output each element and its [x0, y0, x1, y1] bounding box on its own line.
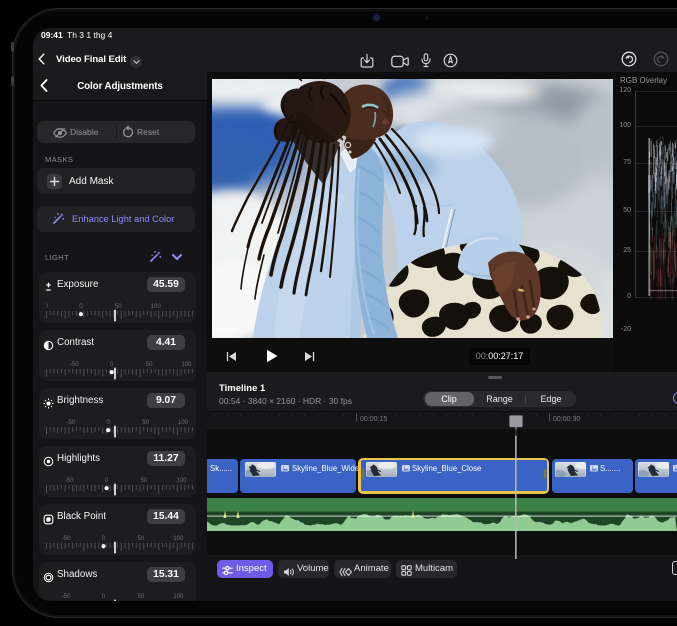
svg-text:-50: -50 — [70, 362, 79, 368]
svg-text:0: 0 — [105, 478, 109, 484]
svg-text:100: 100 — [181, 362, 192, 368]
svg-text:-50: -50 — [39, 304, 48, 310]
svg-text:-50: -50 — [65, 478, 74, 484]
svg-text:-50: -50 — [66, 420, 75, 426]
svg-text:0: 0 — [110, 362, 114, 368]
svg-text:0: 0 — [102, 594, 106, 600]
svg-text:0: 0 — [107, 420, 111, 426]
svg-text:50: 50 — [146, 362, 153, 368]
svg-text:100: 100 — [173, 594, 184, 600]
svg-text:00:00:30: 00:00:30 — [553, 416, 580, 423]
svg-text:0: 0 — [102, 536, 106, 542]
svg-text:50: 50 — [115, 304, 122, 310]
svg-text:00:00:15: 00:00:15 — [360, 416, 387, 423]
svg-text:100: 100 — [173, 536, 184, 542]
svg-text:100: 100 — [178, 420, 189, 426]
svg-text:50: 50 — [138, 594, 145, 600]
svg-text:100: 100 — [176, 478, 187, 484]
svg-text:-50: -50 — [62, 594, 71, 600]
svg-text:-50: -50 — [62, 536, 71, 542]
svg-text:50: 50 — [141, 478, 148, 484]
svg-text:50: 50 — [142, 420, 149, 426]
svg-text:100: 100 — [151, 304, 162, 310]
svg-text:0: 0 — [79, 304, 83, 310]
svg-text:50: 50 — [138, 536, 145, 542]
